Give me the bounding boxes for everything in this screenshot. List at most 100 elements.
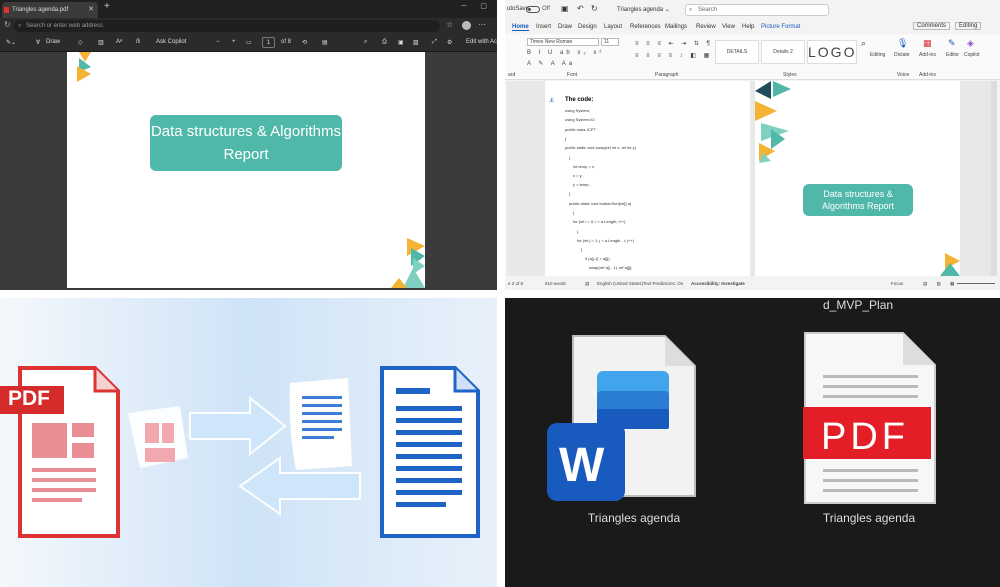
erase-icon[interactable]: ◇ <box>78 39 83 46</box>
editing-icon[interactable]: ⌕ <box>861 38 866 49</box>
dictate-button[interactable]: Dictate <box>894 52 910 58</box>
vertical-scrollbar[interactable] <box>991 81 997 276</box>
status-words[interactable]: 610 words <box>545 281 566 286</box>
code-line: using System; <box>565 108 591 113</box>
group-add-ins: Add-ins <box>919 72 936 78</box>
copilot-icon[interactable]: ◈ <box>967 38 974 49</box>
code-line: } <box>569 191 571 196</box>
document-title[interactable]: Triangles agenda ⌄ <box>617 6 670 13</box>
status-accessibility[interactable]: Accessibility: Investigate <box>691 281 745 286</box>
fit-page-icon[interactable]: ▭ <box>246 39 252 46</box>
undo-icon[interactable]: ↶ <box>577 4 584 13</box>
tab-close-icon[interactable]: ✕ <box>88 2 94 18</box>
autosave-toggle[interactable] <box>526 6 540 13</box>
proofing-icon[interactable]: ▤ <box>585 281 589 287</box>
tab-view[interactable]: View <box>722 24 735 30</box>
save-as-icon[interactable]: ▨ <box>413 39 419 46</box>
tab-design[interactable]: Design <box>578 24 597 30</box>
print-icon[interactable]: ⎙ <box>382 39 387 46</box>
editor-icon[interactable]: ✎ <box>948 38 956 49</box>
font-name-select[interactable]: Times New Roman <box>527 38 599 46</box>
refresh-icon[interactable]: ↻ <box>4 20 11 29</box>
status-language[interactable]: English (United States) <box>597 281 643 286</box>
editing-button[interactable]: Editing <box>870 52 885 58</box>
address-bar[interactable]: ⌕ Search or enter web address <box>14 20 440 32</box>
document-page-1[interactable]: ⚓ The code: using System; using System.I… <box>545 81 750 276</box>
search-box[interactable]: ⌕ Search <box>685 4 829 16</box>
comments-button[interactable]: Comments <box>913 22 951 30</box>
window-controls[interactable]: ─ ▢ <box>461 2 493 10</box>
anchor-icon: ⚓ <box>549 98 555 104</box>
document-page-2[interactable]: Data structures & Algorithms Report <box>755 81 960 276</box>
add-ins-icon[interactable]: ▦ <box>923 38 932 49</box>
text-icon[interactable]: Aᵃ <box>116 39 122 45</box>
pdf-viewer-screenshot: Triangles agenda.pdf ✕ + ─ ▢ ↻ ⌕ Search … <box>0 0 497 290</box>
highlight-icon[interactable]: ✎⌄ <box>6 39 16 46</box>
pdf-to-word-illustration: PDF <box>0 298 497 587</box>
find-icon[interactable]: ⌕ <box>364 39 367 46</box>
word-title-bar: utoSave Off ▣ ↶ ↻ Triangles agenda ⌄ ⌕ S… <box>505 0 1000 20</box>
status-predictions[interactable]: Text Predictions: On <box>643 281 683 286</box>
editor-button[interactable]: Editor <box>946 52 959 58</box>
tab-references[interactable]: References <box>630 24 661 30</box>
status-page[interactable]: e 2 of 8 <box>508 281 523 286</box>
zoom-out-button[interactable]: − <box>216 39 220 45</box>
copilot-button[interactable]: Copilot <box>964 52 980 58</box>
tab-draw[interactable]: Draw <box>558 24 572 30</box>
file-name-partial[interactable]: d_MVP_Plan <box>823 298 893 312</box>
rotate-icon[interactable]: ⟲ <box>302 39 307 46</box>
font-size-select[interactable]: 11 <box>601 38 619 46</box>
fullscreen-icon[interactable]: ⤢ <box>432 39 437 46</box>
settings-icon[interactable]: ⚙ <box>447 39 452 46</box>
file-explorer-icons: d_MVP_Plan W Triangles agenda PDF Triang… <box>505 298 1000 587</box>
read-aloud-icon[interactable]: ▥ <box>98 39 104 46</box>
browser-tab[interactable]: Triangles agenda.pdf ✕ <box>2 2 98 18</box>
transition-word-page <box>289 378 352 470</box>
style-details-2[interactable]: Details 2 <box>761 40 805 64</box>
favorites-star-icon[interactable]: ☆ <box>446 20 453 29</box>
browser-tab-bar: Triangles agenda.pdf ✕ + ─ ▢ <box>0 0 497 18</box>
tab-insert[interactable]: Insert <box>536 24 551 30</box>
view-icon[interactable]: ▤ <box>322 39 328 46</box>
address-placeholder: Search or enter web address <box>26 23 104 29</box>
tab-picture-format[interactable]: Picture Format <box>761 24 800 30</box>
status-focus[interactable]: Focus <box>891 281 903 286</box>
redo-icon[interactable]: ↻ <box>591 4 598 13</box>
code-line: y = temp; <box>573 182 590 187</box>
dictate-icon[interactable]: 🎙 <box>897 38 908 49</box>
zoom-in-button[interactable]: + <box>232 39 236 45</box>
group-font: Font <box>567 72 578 78</box>
editing-mode-button[interactable]: Editing <box>955 22 982 30</box>
tab-layout[interactable]: Layout <box>604 24 622 30</box>
tab-home[interactable]: Home <box>512 24 529 31</box>
new-tab-button[interactable]: + <box>104 1 110 12</box>
zoom-slider[interactable] <box>957 283 995 284</box>
view-icons[interactable]: ▤ ▥ ▦ <box>923 281 958 287</box>
status-bar: e 2 of 8 610 words ▤ English (United Sta… <box>505 278 1000 290</box>
copilot-icon[interactable]: ẞ <box>136 39 140 45</box>
style-logo[interactable]: LOGO <box>807 40 857 64</box>
code-line: x = y; <box>573 173 583 178</box>
draw-button[interactable]: Draw <box>46 39 60 45</box>
save-icon[interactable]: ▣ <box>398 39 404 46</box>
group-paragraph: Paragraph <box>655 72 679 78</box>
draw-icon[interactable]: ∀ <box>36 39 40 46</box>
font-format-icons[interactable]: B I U ab x₂ x² <box>527 50 604 56</box>
add-ins-button[interactable]: Add-ins <box>919 52 936 58</box>
tab-review[interactable]: Review <box>696 24 716 30</box>
page-number-input[interactable]: 1 <box>262 37 275 48</box>
more-icon[interactable]: ⋯ <box>478 20 486 29</box>
tab-help[interactable]: Help <box>742 24 754 30</box>
avatar[interactable] <box>462 21 471 30</box>
tab-mailings[interactable]: Mailings <box>665 24 687 30</box>
save-icon[interactable]: ▣ <box>561 4 569 13</box>
font-color-icons[interactable]: A ✎ A Aa <box>527 60 575 67</box>
style-details[interactable]: DETAILS <box>715 40 759 64</box>
word-window-screenshot: utoSave Off ▣ ↶ ↻ Triangles agenda ⌄ ⌕ S… <box>505 0 1000 290</box>
code-line: if (a[j-1] > a[j]) <box>585 256 610 261</box>
list-icons[interactable]: ≡ ≡ ≡ ⇤ ⇥ ⇅ ¶ <box>635 40 713 47</box>
ribbon-tabs: Home Insert Draw Design Layout Reference… <box>505 20 1000 34</box>
align-icons[interactable]: ≡ ≡ ≡ ≡ ↕ ◧ ▦ <box>635 52 712 59</box>
edit-with-acrobat-button[interactable]: Edit with Ac <box>466 39 497 45</box>
ask-copilot-button[interactable]: Ask Copilot <box>156 39 186 45</box>
